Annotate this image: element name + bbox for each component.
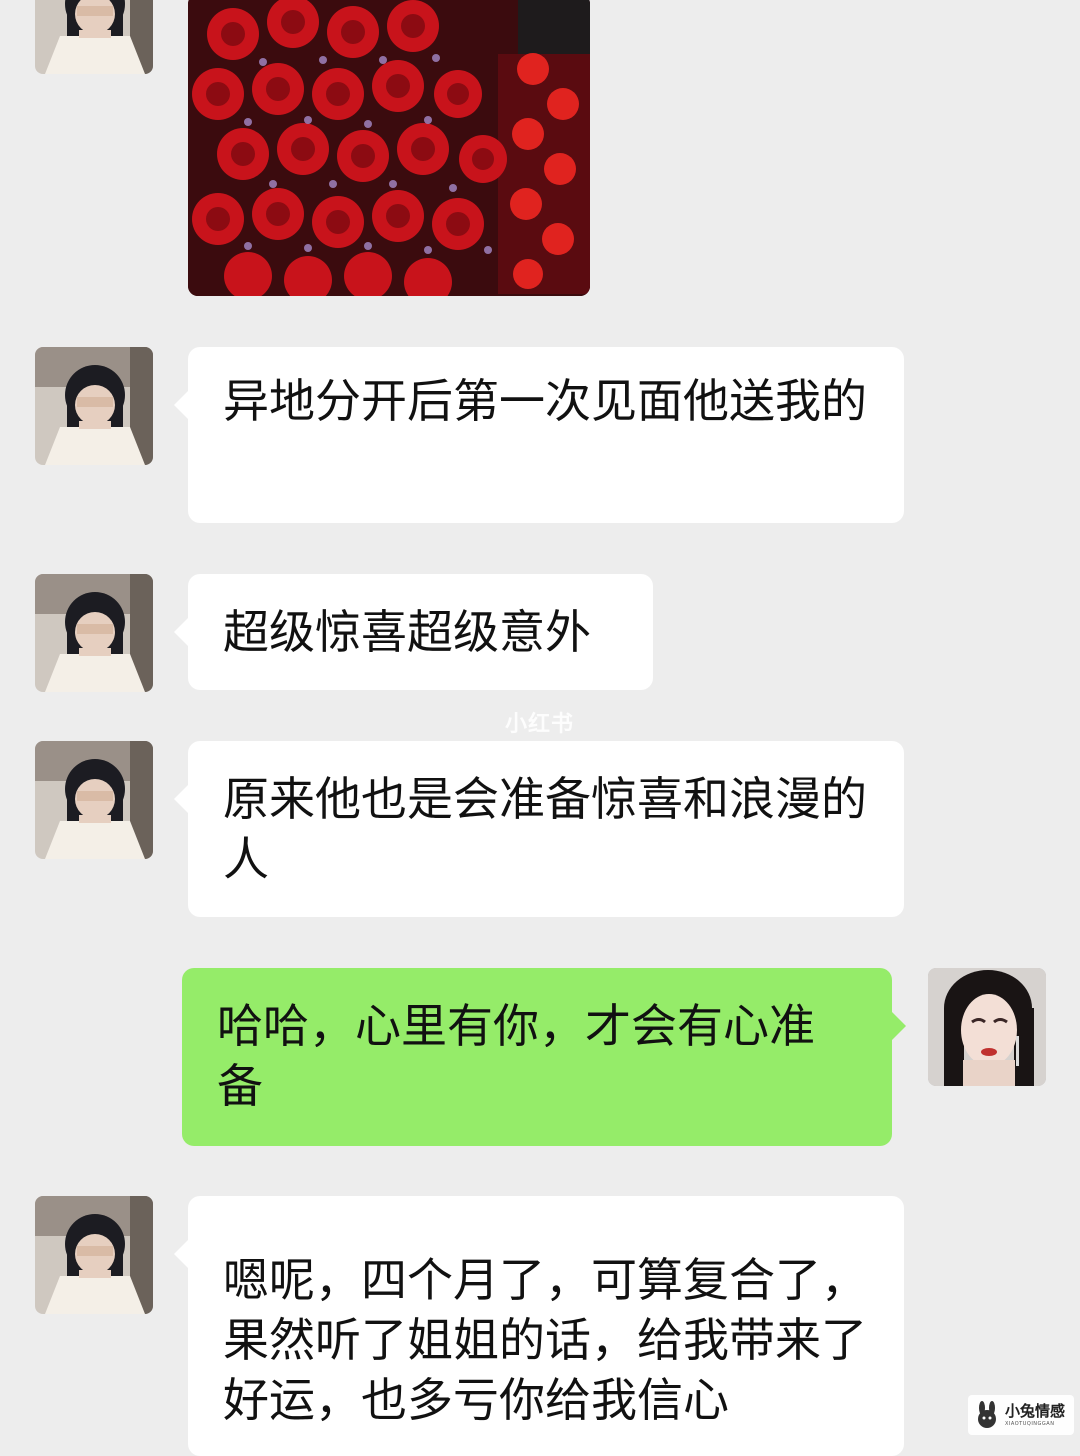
corner-watermark-title: 小兔情感: [1005, 1401, 1066, 1420]
roses-photo-message[interactable]: [188, 0, 590, 296]
message-bubble[interactable]: 超级惊喜超级意外: [174, 574, 653, 690]
message-bubble[interactable]: 嗯呢，四个月了，可算复合了，果然听了姐姐的话，给我带来了好运，也多亏你给我信心: [174, 1196, 904, 1456]
rabbit-logo-icon: [978, 1401, 996, 1428]
xiaohongshu-watermark: 小红书: [505, 712, 575, 737]
message-text: 原来他也是会准备惊喜和浪漫的人: [223, 772, 867, 886]
message-bubble[interactable]: 异地分开后第一次见面他送我的: [174, 347, 904, 523]
corner-watermark-subtitle: XIAOTUQINGGAN: [1005, 1420, 1055, 1427]
corner-watermark: 小兔情感 XIAOTUQINGGAN: [968, 1395, 1074, 1435]
roses-photo: [188, 0, 590, 296]
friend-avatar[interactable]: [35, 1196, 153, 1314]
message-bubble[interactable]: 原来他也是会准备惊喜和浪漫的人: [174, 741, 904, 917]
friend-avatar[interactable]: [35, 347, 153, 465]
friend-avatar[interactable]: [35, 574, 153, 692]
message-bubble-self[interactable]: 哈哈，心里有你，才会有心准备: [182, 968, 906, 1146]
my-avatar[interactable]: [928, 968, 1046, 1086]
message-text: 超级惊喜超级意外: [223, 605, 591, 659]
message-text: 哈哈，心里有你，才会有心准备: [217, 999, 815, 1113]
friend-avatar[interactable]: [35, 741, 153, 859]
message-text: 嗯呢，四个月了，可算复合了，果然听了姐姐的话，给我带来了好运，也多亏你给我信心: [223, 1253, 867, 1427]
message-text: 异地分开后第一次见面他送我的: [223, 374, 867, 428]
friend-avatar[interactable]: [35, 0, 153, 74]
